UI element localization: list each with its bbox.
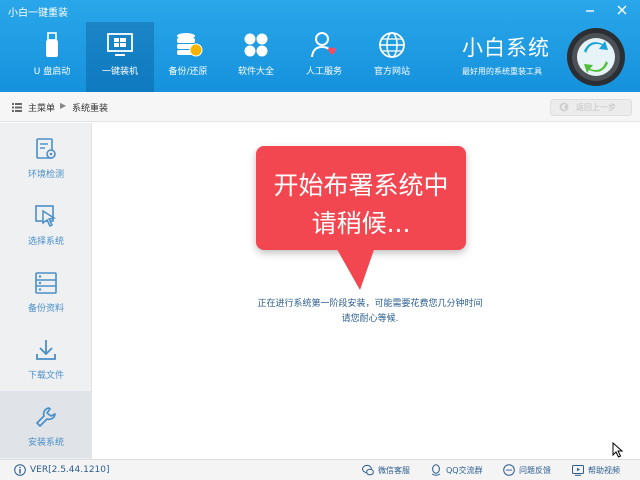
nav-label: 备份/还原	[168, 67, 208, 77]
main-nav: U 盘启动 一键装机 备份/还原 软件大全 人工服务 官方网站	[18, 22, 426, 92]
download-icon	[36, 340, 56, 360]
apps-grid-icon	[244, 33, 268, 57]
status-bubble: 开始布署系统中 请稍候...	[256, 146, 466, 250]
nav-item-usb-boot[interactable]: U 盘启动	[18, 22, 86, 92]
globe-icon	[379, 32, 405, 58]
bubble-tail	[334, 244, 376, 290]
footer-link-label: 帮助视频	[588, 466, 620, 475]
feedback-icon	[503, 464, 515, 476]
brand-logo-icon	[567, 28, 625, 86]
back-button-label: 返回上一步	[576, 103, 616, 112]
backup-list-icon	[35, 272, 57, 294]
nav-label: 人工服务	[305, 67, 342, 77]
bubble-subtitle: 请稍候...	[311, 209, 411, 238]
wrench-icon	[36, 407, 56, 427]
breadcrumb-home[interactable]: 主菜单	[28, 101, 55, 114]
version-label: VER[2.5.44.1210]	[30, 465, 110, 475]
database-icon	[177, 33, 203, 57]
menu-icon	[12, 103, 22, 112]
wechat-support-link[interactable]: 微信客服	[362, 463, 422, 477]
back-button[interactable]: 返回上一步	[550, 99, 632, 116]
sidebar: 环境检测 选择系统 备份资料 下载文件 安装系统	[0, 123, 92, 459]
minimize-button[interactable]	[582, 2, 598, 18]
sidebar-item-select-system[interactable]: 选择系统	[0, 190, 92, 257]
feedback-link[interactable]: 问题反馈	[503, 463, 559, 477]
help-video-link[interactable]: 帮助视频	[572, 463, 632, 477]
select-cursor-icon	[35, 205, 56, 228]
close-icon	[617, 5, 627, 15]
nav-label: 一键装机	[101, 67, 138, 77]
sidebar-item-label: 选择系统	[27, 237, 64, 247]
environment-check-icon	[36, 138, 56, 159]
info-icon	[14, 464, 26, 476]
nav-label: 软件大全	[237, 67, 274, 77]
close-button[interactable]	[614, 2, 630, 18]
install-status-message: 正在进行系统第一阶段安装，可能需要花费您几分钟时间	[257, 299, 483, 309]
header: 小白一键重装 U 盘启动 一键装机 备份/还原 软件大全 人工服务 官方网站 小…	[0, 0, 640, 92]
install-status-wait: 请您耐心等候.	[341, 314, 399, 324]
wechat-icon	[362, 464, 374, 476]
nav-item-manual-service[interactable]: 人工服务	[290, 22, 358, 92]
qq-group-link[interactable]: QQ交流群	[430, 463, 492, 477]
footer: VER[2.5.44.1210] 微信客服 QQ交流群 问题反馈 帮助视频	[0, 459, 640, 480]
breadcrumb-separator: ▶	[60, 101, 67, 110]
footer-link-label: QQ交流群	[446, 466, 483, 475]
help-video-icon	[572, 465, 584, 476]
sidebar-item-label: 下载文件	[27, 371, 64, 381]
sidebar-item-install-system[interactable]: 安装系统	[0, 391, 92, 458]
footer-link-label: 问题反馈	[519, 466, 551, 475]
sidebar-item-backup-data[interactable]: 备份资料	[0, 257, 92, 324]
sidebar-item-label: 备份资料	[27, 304, 64, 314]
nav-label: 官方网站	[373, 67, 410, 77]
bubble-title: 开始布署系统中	[273, 171, 449, 200]
back-arrow-icon	[559, 102, 569, 112]
nav-item-software[interactable]: 软件大全	[222, 22, 290, 92]
app-title: 小白一键重装	[8, 8, 68, 19]
sidebar-item-label: 安装系统	[27, 438, 64, 448]
brand-tagline: 最好用的系统重装工具	[462, 67, 542, 76]
sidebar-item-download-files[interactable]: 下载文件	[0, 324, 92, 391]
user-heart-icon	[311, 32, 336, 58]
title-bar: 小白一键重装	[0, 0, 640, 22]
nav-item-one-click-install[interactable]: 一键装机	[86, 22, 154, 92]
nav-item-backup-restore[interactable]: 备份/还原	[154, 22, 222, 92]
breadcrumb-current: 系统重装	[72, 104, 109, 114]
minimize-icon	[586, 10, 594, 12]
usb-drive-icon	[46, 32, 58, 57]
nav-label: U 盘启动	[33, 67, 71, 77]
windows-monitor-icon	[107, 33, 133, 56]
brand-name: 小白系统	[462, 36, 550, 60]
breadcrumb: 主菜单 ▶ 系统重装 返回上一步	[0, 92, 640, 122]
qq-icon	[431, 464, 441, 476]
sidebar-item-environment-check[interactable]: 环境检测	[0, 123, 92, 190]
mouse-cursor-icon	[612, 442, 624, 458]
footer-link-label: 微信客服	[378, 466, 410, 475]
sidebar-item-label: 环境检测	[27, 170, 64, 180]
nav-item-official-site[interactable]: 官方网站	[358, 22, 426, 92]
